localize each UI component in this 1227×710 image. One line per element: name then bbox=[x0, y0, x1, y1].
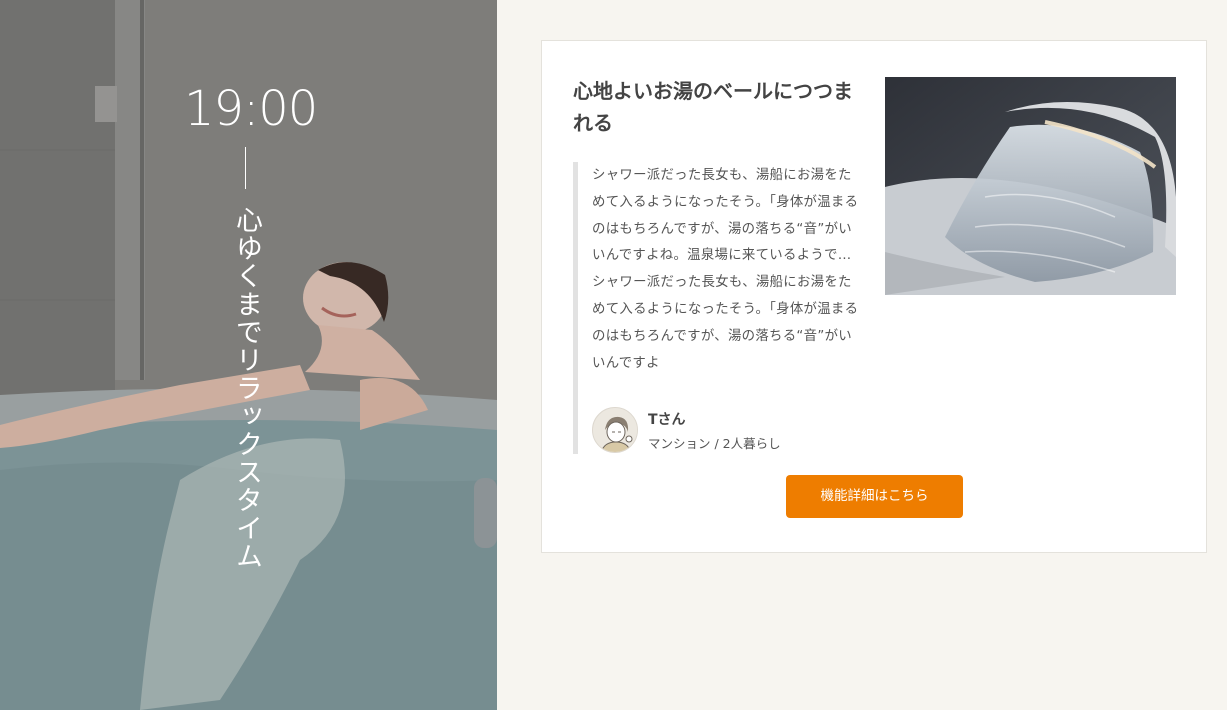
hero-panel: 19:00 心ゆくまでリラックスタイム bbox=[0, 0, 497, 710]
reviewer-name: Tさん bbox=[648, 412, 686, 428]
person-illustration-icon bbox=[592, 407, 638, 453]
scene-title: 心ゆくまでリラックスタイム bbox=[231, 206, 262, 570]
time-divider bbox=[245, 147, 246, 189]
reviewer-household: マンション / 2人暮らし bbox=[648, 436, 781, 451]
reviewer-info: Tさん マンション / 2人暮らし bbox=[592, 405, 852, 453]
time-label: 19:00 bbox=[184, 81, 318, 137]
card-headline: 心地よいお湯のベールにつつまれる bbox=[573, 79, 853, 135]
testimonial-quote: シャワー派だった長女も、湯船にお湯をためて入るようになったそう。「身体が温まるの… bbox=[573, 162, 863, 454]
feature-details-button[interactable]: 機能詳細はこちら bbox=[786, 475, 963, 518]
feature-card: 心地よいお湯のベールにつつまれる シャワー派だった長女も、湯船にお湯をためて入る… bbox=[541, 40, 1207, 553]
water-veil-image bbox=[885, 77, 1176, 295]
bath-spout-photo bbox=[885, 77, 1176, 295]
testimonial-text: シャワー派だった長女も、湯船にお湯をためて入るようになったそう。「身体が温まるの… bbox=[592, 168, 859, 371]
